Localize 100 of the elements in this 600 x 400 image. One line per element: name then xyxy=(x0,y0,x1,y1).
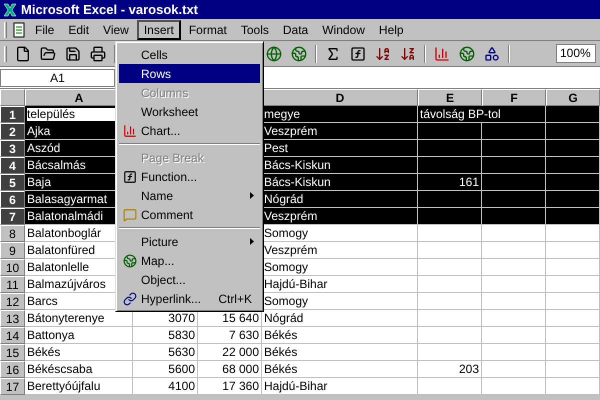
excel-logo-icon xyxy=(3,2,17,16)
table-cell xyxy=(482,191,546,208)
row-header[interactable]: 17 xyxy=(0,378,25,395)
row-header[interactable]: 1 xyxy=(0,106,25,123)
zoom-field[interactable]: 100% xyxy=(556,44,596,63)
table-cell: 161 xyxy=(418,174,482,191)
table-cell xyxy=(546,174,600,191)
select-all-corner[interactable] xyxy=(0,89,25,106)
menu-item[interactable]: View xyxy=(97,20,135,38)
menu-item[interactable]: Format xyxy=(182,20,233,38)
table-cell: 17 360 xyxy=(198,378,262,395)
table-cell: Veszprém xyxy=(262,208,418,225)
table-cell: 5600 xyxy=(133,361,198,378)
table-cell xyxy=(546,191,600,208)
table-cell xyxy=(482,157,546,174)
table-cell xyxy=(546,259,600,276)
row-header[interactable]: 9 xyxy=(0,242,25,259)
menu-item[interactable]: Edit xyxy=(62,20,96,38)
table-cell xyxy=(482,208,546,225)
column-header[interactable]: F xyxy=(482,89,546,106)
table-cell xyxy=(418,327,482,344)
table-cell xyxy=(418,293,482,310)
row-header[interactable]: 11 xyxy=(0,276,25,293)
row-header[interactable]: 15 xyxy=(0,344,25,361)
menu-item[interactable]: Rows xyxy=(119,64,260,83)
table-cell xyxy=(482,259,546,276)
table-cell: Bács-Kiskun xyxy=(262,174,418,191)
table-cell xyxy=(418,157,482,174)
table-cell: Békés xyxy=(25,344,133,361)
chart-icon xyxy=(123,124,137,138)
name-box[interactable]: A1 xyxy=(0,68,115,86)
menu-item[interactable]: File xyxy=(29,20,60,38)
table-cell: Somogy xyxy=(262,259,418,276)
table-cell xyxy=(482,276,546,293)
menu-item[interactable]: Help xyxy=(372,20,410,38)
row-header[interactable]: 16 xyxy=(0,361,25,378)
table-cell xyxy=(482,242,546,259)
table-cell xyxy=(418,140,482,157)
table-cell: 22 000 xyxy=(198,344,262,361)
table-cell: 203 xyxy=(418,361,482,378)
window-title: Microsoft Excel - varosok.txt xyxy=(21,2,198,17)
menu-item[interactable]: Data xyxy=(276,20,314,38)
table-cell: Békés xyxy=(262,344,418,361)
column-header[interactable]: D xyxy=(262,89,418,106)
row-header[interactable]: 10 xyxy=(0,259,25,276)
column-header[interactable]: G xyxy=(546,89,600,106)
row-header[interactable]: 7 xyxy=(0,208,25,225)
table-cell: Berettyóújfalu xyxy=(25,378,133,395)
comment-icon xyxy=(123,208,137,222)
table-cell xyxy=(482,225,546,242)
table-cell: 68 000 xyxy=(198,361,262,378)
table-cell: 5830 xyxy=(133,327,198,344)
table-cell: Békés xyxy=(262,327,418,344)
table-cell xyxy=(546,157,600,174)
row-header[interactable]: 8 xyxy=(0,225,25,242)
table-cell: 7 630 xyxy=(198,327,262,344)
submenu-arrow-icon xyxy=(250,192,254,199)
submenu-arrow-icon xyxy=(250,238,254,245)
table-cell: távolság BP-tol xyxy=(418,106,546,123)
table-cell xyxy=(418,225,482,242)
document-icon xyxy=(11,22,27,38)
table-cell: Hajdú-Bihar xyxy=(262,276,418,293)
table-cell: Nógrád xyxy=(262,310,418,327)
table-cell xyxy=(546,140,600,157)
table-cell: Pest xyxy=(262,140,418,157)
table-cell xyxy=(482,140,546,157)
table-cell: Somogy xyxy=(262,293,418,310)
table-cell: Bátonyterenye xyxy=(25,310,133,327)
table-cell xyxy=(482,310,546,327)
table-cell xyxy=(482,123,546,140)
menu-item[interactable]: Window xyxy=(316,20,371,38)
row-header[interactable]: 6 xyxy=(0,191,25,208)
table-cell: megye xyxy=(262,106,418,123)
table-cell xyxy=(546,344,600,361)
row-header[interactable]: 12 xyxy=(0,293,25,310)
table-cell xyxy=(418,242,482,259)
table-cell xyxy=(546,327,600,344)
table-cell xyxy=(546,361,600,378)
column-header[interactable]: E xyxy=(418,89,482,106)
row-header[interactable]: 13 xyxy=(0,310,25,327)
row-header[interactable]: 14 xyxy=(0,327,25,344)
table-cell xyxy=(482,327,546,344)
menu-item[interactable]: Cells xyxy=(119,45,260,64)
table-cell xyxy=(546,225,600,242)
table-cell xyxy=(546,208,600,225)
row-header[interactable]: 3 xyxy=(0,140,25,157)
row-header[interactable]: 2 xyxy=(0,123,25,140)
row-header[interactable]: 4 xyxy=(0,157,25,174)
row-header[interactable]: 5 xyxy=(0,174,25,191)
table-cell xyxy=(546,310,600,327)
menu-item[interactable]: Tools xyxy=(234,20,275,38)
table-cell xyxy=(546,242,600,259)
menu-item[interactable]: Insert xyxy=(136,20,181,40)
table-cell xyxy=(482,344,546,361)
table-cell xyxy=(418,276,482,293)
table-cell: Somogy xyxy=(262,225,418,242)
table-cell: Nógrád xyxy=(262,191,418,208)
table-cell xyxy=(482,174,546,191)
table-cell xyxy=(418,259,482,276)
table-cell: Hajdú-Bihar xyxy=(262,378,418,395)
